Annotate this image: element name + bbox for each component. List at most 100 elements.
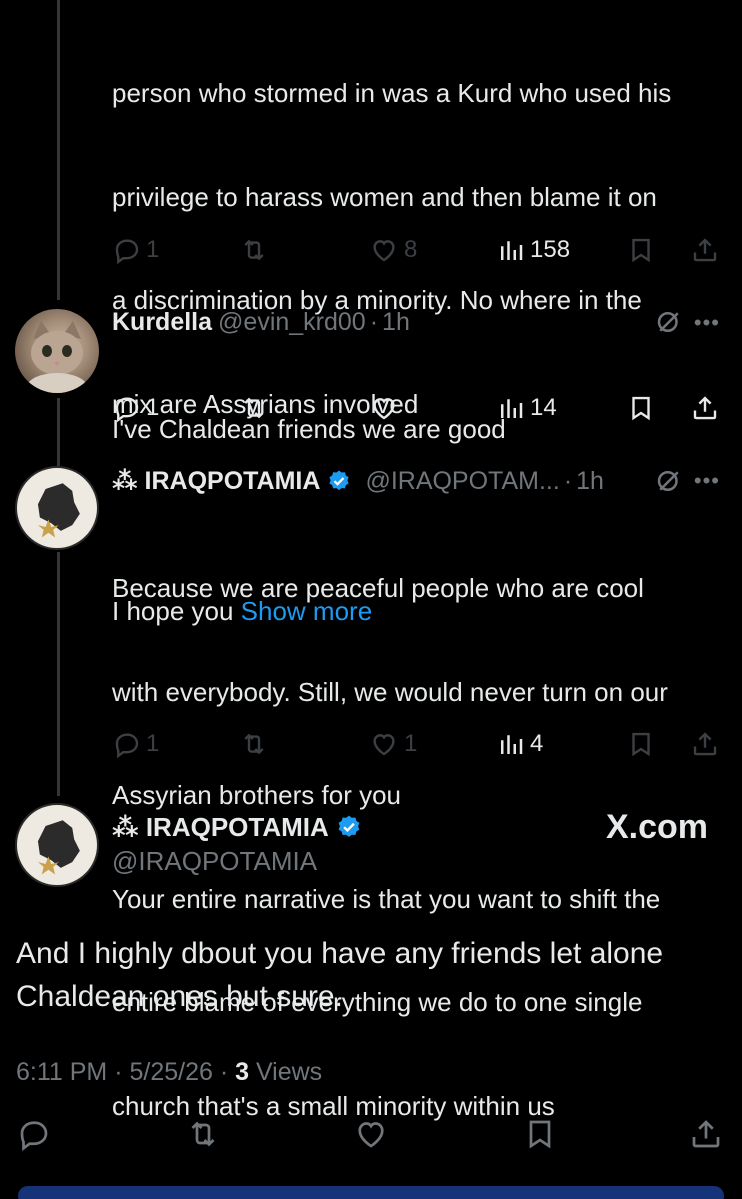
tweet-text-line: Chaldean ones but sure. (16, 980, 343, 1013)
tweet-text-line: person who stormed in was a Kurd who use… (112, 78, 672, 108)
avatar[interactable] (15, 309, 99, 393)
repost-icon (184, 1116, 222, 1152)
separator-dot: · (563, 466, 573, 495)
share-button[interactable] (688, 1116, 724, 1152)
share-icon (690, 393, 720, 423)
timestamp[interactable]: 1h (382, 308, 410, 337)
repost-icon (238, 235, 270, 265)
more-icon[interactable]: ••• (694, 310, 720, 336)
views-button[interactable]: 14 (496, 390, 557, 426)
views-count: 158 (530, 236, 571, 263)
more-icon[interactable]: ••• (694, 468, 720, 494)
display-name[interactable]: ⁂ IRAQPOTAMIA (112, 812, 329, 843)
tweet-1-actions: 1 8 158 (112, 232, 724, 268)
like-count: 8 (404, 236, 418, 263)
views-icon (496, 393, 526, 423)
reply-count: 1 (146, 394, 160, 421)
avatar[interactable] (15, 466, 99, 550)
heart-icon (352, 1116, 390, 1152)
tweet-2-header: Kurdella @evin_krd00 · 1h (112, 304, 410, 340)
avatar[interactable] (15, 803, 99, 887)
reply-icon (112, 393, 142, 423)
display-name[interactable]: Kurdella (112, 308, 212, 337)
bookmark-icon (522, 1116, 558, 1152)
verified-badge-icon (336, 814, 362, 840)
views-button[interactable]: 4 (496, 726, 543, 762)
tweet-3-actions: 1 1 4 (112, 726, 724, 762)
repost-icon (238, 393, 270, 423)
share-icon (688, 1116, 724, 1152)
iraq-map-logo-icon (37, 483, 80, 538)
reply-icon (16, 1116, 52, 1152)
views-button[interactable]: 158 (496, 232, 570, 268)
thread-line (57, 0, 60, 300)
reply-composer-bar[interactable] (18, 1186, 724, 1199)
reply-count: 1 (146, 236, 160, 263)
reply-button[interactable]: 1 (112, 232, 159, 268)
reply-button[interactable]: 1 (112, 390, 159, 426)
repost-button[interactable] (238, 232, 270, 268)
bookmark-icon (626, 235, 656, 265)
repost-button[interactable] (238, 726, 270, 762)
bookmark-button[interactable] (522, 1116, 558, 1152)
main-tweet-actions (16, 1116, 726, 1156)
tweet-text-line: Because we are peaceful people who are c… (112, 573, 644, 603)
tweet-text-line: And I highly dbout you have any friends … (16, 937, 664, 970)
views-count: 14 (530, 394, 557, 421)
bookmark-button[interactable] (626, 726, 656, 762)
user-handle[interactable]: @evin_krd00 (218, 308, 366, 337)
tweet-text-line: with everybody. Still, we would never tu… (112, 676, 668, 707)
user-handle[interactable]: @IRAQPOTAM... (365, 467, 559, 496)
view-count: 3 (235, 1058, 249, 1086)
thread-line (57, 398, 60, 466)
verified-badge-icon (327, 469, 351, 493)
reply-count: 1 (146, 730, 160, 757)
reply-icon (112, 235, 142, 265)
main-tweet-text: And I highly dbout you have any friends … (16, 932, 726, 1018)
like-button[interactable]: 1 (368, 726, 417, 762)
bookmark-button[interactable] (626, 232, 656, 268)
bookmark-icon (626, 393, 656, 423)
grok-icon[interactable] (654, 307, 684, 342)
views-label: Views (249, 1058, 323, 1086)
bookmark-button[interactable] (626, 390, 656, 426)
tweet-2-actions: 1 14 (112, 390, 724, 426)
display-name[interactable]: ⁂ IRAQPOTAMIA (112, 466, 320, 496)
post-timestamp[interactable]: 6:11 PM · 5/25/26 · (16, 1058, 235, 1086)
like-button[interactable] (368, 390, 400, 426)
timestamp[interactable]: 1h (576, 467, 604, 496)
user-handle[interactable]: @IRAQPOTAMIA (112, 846, 317, 877)
thread-line (57, 552, 60, 796)
tweet-text-line: Your entire narrative is that you want t… (112, 883, 661, 914)
share-button[interactable] (690, 232, 720, 268)
iraq-map-logo-icon (37, 820, 80, 875)
views-icon (496, 729, 526, 759)
like-button[interactable]: 8 (368, 232, 417, 268)
share-icon (690, 235, 720, 265)
cat-avatar-image (27, 321, 87, 393)
separator-dot: · (369, 307, 379, 336)
share-button[interactable] (690, 726, 720, 762)
tweet-3-header: ⁂ IRAQPOTAMIA @IRAQPOTAM... · 1h (112, 463, 604, 499)
views-icon (496, 235, 526, 265)
reply-button[interactable] (16, 1116, 52, 1152)
heart-icon (368, 729, 400, 759)
heart-icon (368, 393, 400, 423)
share-icon (690, 729, 720, 759)
heart-icon (368, 235, 400, 265)
x-com-watermark: X.com (605, 808, 708, 846)
tweet-text-line: privilege to harass women and then blame… (112, 181, 657, 212)
repost-button[interactable] (184, 1116, 222, 1152)
share-button[interactable] (690, 390, 720, 426)
reply-icon (112, 729, 142, 759)
main-tweet-author: ⁂ IRAQPOTAMIA (112, 808, 362, 846)
views-count: 4 (530, 730, 544, 757)
repost-button[interactable] (238, 390, 270, 426)
like-count: 1 (404, 730, 418, 757)
reply-button[interactable]: 1 (112, 726, 159, 762)
repost-icon (238, 729, 270, 759)
grok-icon[interactable] (654, 466, 684, 501)
bookmark-icon (626, 729, 656, 759)
tweet-meta: 6:11 PM · 5/25/26 · 3 Views (16, 1058, 322, 1087)
like-button[interactable] (352, 1116, 390, 1152)
